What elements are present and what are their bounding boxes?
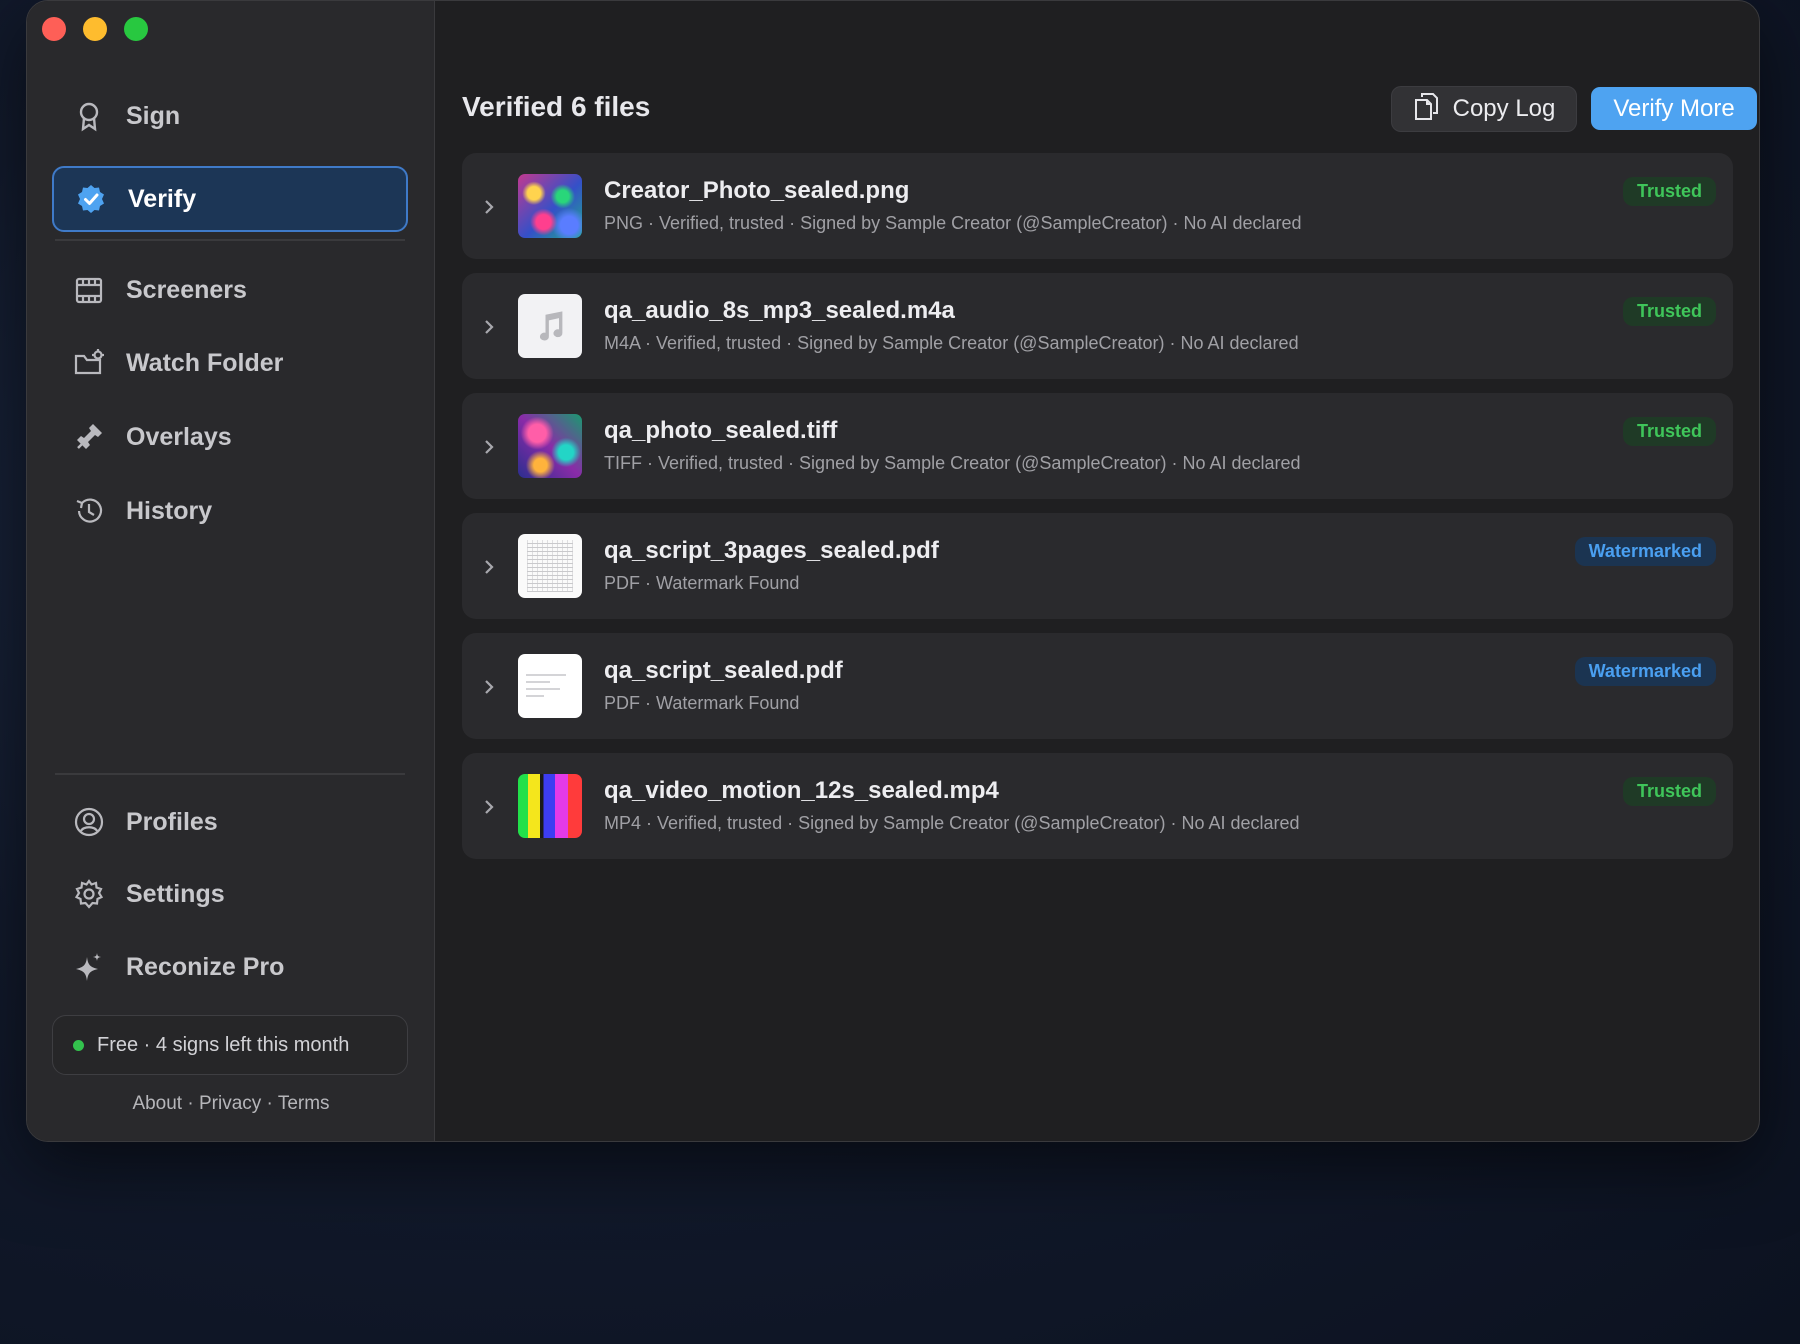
sidebar-item-label: Sign (126, 101, 181, 130)
sidebar-item-label: Reconize Pro (126, 952, 285, 981)
status-badge: Trusted (1622, 177, 1716, 206)
file-row[interactable]: qa_audio_8s_mp3_sealed.m4a M4A · Verifie… (462, 273, 1733, 379)
sidebar-item-history[interactable]: History (52, 478, 408, 544)
status-badge: Trusted (1622, 297, 1716, 326)
chevron-right-icon[interactable] (482, 797, 496, 817)
file-row[interactable]: Creator_Photo_sealed.png PNG · Verified,… (462, 153, 1733, 259)
verified-badge-icon (74, 182, 108, 216)
sidebar-item-label: Profiles (126, 807, 218, 836)
file-meta: M4A · Verified, trusted · Signed by Samp… (604, 333, 1299, 353)
file-meta: PNG · Verified, trusted · Signed by Samp… (604, 213, 1302, 233)
status-badge: Trusted (1622, 417, 1716, 446)
file-name: qa_script_3pages_sealed.pdf (604, 537, 939, 564)
file-row[interactable]: qa_photo_sealed.tiff TIFF · Verified, tr… (462, 393, 1733, 499)
file-name: qa_video_motion_12s_sealed.mp4 (604, 777, 999, 804)
person-circle-icon (72, 805, 106, 839)
privacy-link[interactable]: Privacy (199, 1093, 261, 1114)
file-thumbnail (518, 294, 582, 358)
file-name: qa_audio_8s_mp3_sealed.m4a (604, 297, 955, 324)
sidebar-item-overlays[interactable]: Overlays (52, 404, 408, 470)
chevron-right-icon[interactable] (482, 197, 496, 217)
chevron-right-icon[interactable] (482, 437, 496, 457)
history-clock-icon (72, 494, 106, 528)
verify-more-button[interactable]: Verify More (1591, 87, 1757, 130)
plan-status[interactable]: Free · 4 signs left this month (52, 1015, 408, 1075)
status-badge: Watermarked (1574, 537, 1716, 566)
stamp-icon (72, 420, 106, 454)
sparkle-icon (72, 950, 106, 984)
sidebar-item-reconize-pro[interactable]: Reconize Pro (52, 934, 408, 1000)
file-thumbnail (518, 414, 582, 478)
folder-gear-icon (72, 346, 106, 380)
status-badge: Trusted (1622, 777, 1716, 806)
window-controls (42, 17, 148, 41)
main-content: Verified 6 files Copy Log Verify More Cr… (435, 1, 1759, 1141)
sidebar-divider (55, 773, 405, 775)
sidebar-item-label: History (126, 496, 213, 525)
sidebar-item-verify[interactable]: Verify (52, 166, 408, 232)
sidebar-item-label: Watch Folder (126, 348, 284, 377)
file-row[interactable]: qa_script_3pages_sealed.pdf PDF · Waterm… (462, 513, 1733, 619)
terms-link[interactable]: Terms (278, 1093, 330, 1114)
file-thumbnail (518, 534, 582, 598)
zoom-window-button[interactable] (124, 17, 148, 41)
footer-separator: · (182, 1093, 199, 1114)
file-row[interactable]: qa_video_motion_12s_sealed.mp4 MP4 · Ver… (462, 753, 1733, 859)
sidebar-item-profiles[interactable]: Profiles (52, 789, 408, 855)
sidebar-item-screeners[interactable]: Screeners (52, 257, 408, 323)
sidebar: Sign Verify Screeners Watch Folder Overl… (27, 1, 435, 1141)
chevron-right-icon[interactable] (482, 317, 496, 337)
status-dot (73, 1039, 84, 1051)
file-name: qa_photo_sealed.tiff (604, 417, 838, 444)
plan-status-text: Free · 4 signs left this month (97, 1033, 350, 1056)
minimize-window-button[interactable] (83, 17, 107, 41)
sidebar-item-label: Overlays (126, 422, 232, 451)
chevron-right-icon[interactable] (482, 677, 496, 697)
file-thumbnail (518, 774, 582, 838)
gear-icon (72, 877, 106, 911)
film-strip-icon (72, 273, 106, 307)
file-row[interactable]: qa_script_sealed.pdf PDF · Watermark Fou… (462, 633, 1733, 739)
copy-documents-icon (1413, 91, 1439, 128)
page-title: Verified 6 files (462, 91, 651, 122)
file-name: qa_script_sealed.pdf (604, 657, 843, 684)
footer-links: About · Privacy · Terms (27, 1093, 435, 1115)
copy-log-label: Copy Log (1452, 95, 1556, 122)
sidebar-item-watch-folder[interactable]: Watch Folder (52, 330, 408, 396)
file-thumbnail (518, 174, 582, 238)
sidebar-item-label: Settings (126, 879, 225, 908)
sidebar-item-sign[interactable]: Sign (52, 83, 408, 149)
footer-separator: · (261, 1093, 278, 1114)
sidebar-item-settings[interactable]: Settings (52, 861, 408, 927)
sidebar-item-label: Verify (128, 184, 197, 213)
sidebar-item-label: Screeners (126, 275, 247, 304)
about-link[interactable]: About (132, 1093, 182, 1114)
file-thumbnail (518, 654, 582, 718)
close-window-button[interactable] (42, 17, 66, 41)
copy-log-button[interactable]: Copy Log (1391, 86, 1577, 132)
sidebar-divider (55, 239, 405, 241)
music-note-icon (539, 311, 563, 341)
ribbon-award-icon (72, 99, 106, 133)
status-badge: Watermarked (1574, 657, 1716, 686)
file-name: Creator_Photo_sealed.png (604, 177, 910, 204)
file-meta: MP4 · Verified, trusted · Signed by Samp… (604, 813, 1300, 833)
file-meta: PDF · Watermark Found (604, 693, 800, 713)
file-meta: PDF · Watermark Found (604, 573, 800, 593)
file-meta: TIFF · Verified, trusted · Signed by Sam… (604, 453, 1301, 473)
app-window: Sign Verify Screeners Watch Folder Overl… (26, 0, 1760, 1142)
chevron-right-icon[interactable] (482, 557, 496, 577)
